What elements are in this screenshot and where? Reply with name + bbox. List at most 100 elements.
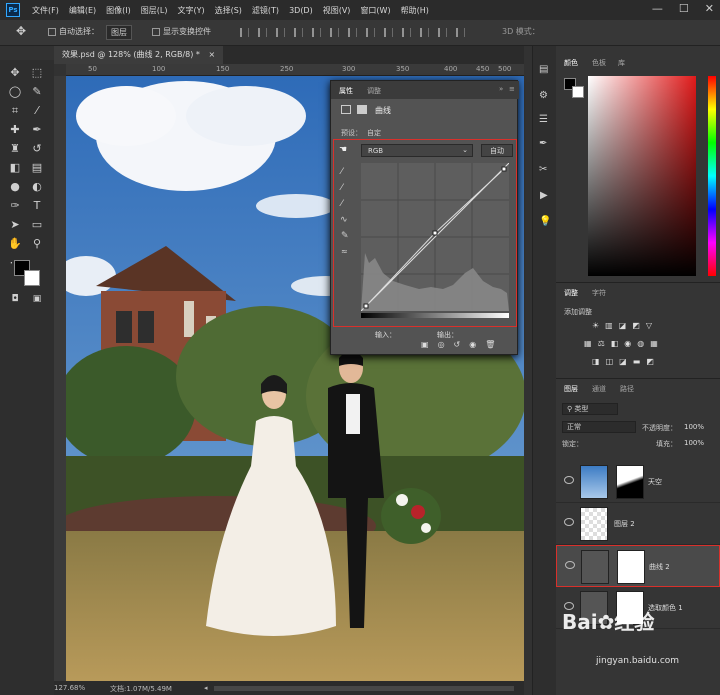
eyedropper-gray-icon[interactable]: ⁄ bbox=[341, 183, 343, 193]
brush-tool-icon[interactable]: ✒ bbox=[30, 123, 44, 137]
distribute-top-icon[interactable] bbox=[348, 28, 357, 37]
align-top-icon[interactable] bbox=[294, 28, 303, 37]
maximize-icon[interactable]: ☐ bbox=[679, 2, 689, 15]
align-middle-icon[interactable] bbox=[312, 28, 321, 37]
tools-icon[interactable]: ✂ bbox=[539, 164, 547, 175]
menu-layer[interactable]: 图层(L) bbox=[141, 5, 168, 16]
gradient-map-icon[interactable]: ▬ bbox=[633, 357, 641, 366]
properties-icon[interactable]: ⚙ bbox=[539, 90, 548, 101]
channel-dropdown[interactable]: RGB ⌄ bbox=[361, 144, 473, 157]
move-tool-icon[interactable]: ✥ bbox=[16, 24, 26, 38]
move-tool-icon[interactable]: ✥ bbox=[8, 66, 22, 80]
background-color[interactable] bbox=[572, 86, 584, 98]
mask-icon[interactable] bbox=[357, 105, 367, 114]
document-tab[interactable]: 效果.psd @ 128% (曲线 2, RGB/8) * × bbox=[54, 46, 224, 64]
auto-align-icon[interactable] bbox=[456, 28, 465, 37]
visibility-eye-icon[interactable] bbox=[564, 518, 574, 526]
brush-settings-icon[interactable]: ✒ bbox=[539, 138, 547, 149]
dodge-tool-icon[interactable]: ◐ bbox=[30, 180, 44, 194]
tab-layers[interactable]: 图层 bbox=[564, 384, 578, 394]
history-brush-icon[interactable]: ↺ bbox=[30, 142, 44, 156]
tab-paths[interactable]: 路径 bbox=[620, 384, 634, 394]
tab-adjust[interactable]: 调整 bbox=[367, 86, 381, 96]
screen-mode-icon[interactable]: ▣ bbox=[30, 292, 44, 306]
auto-select-checkbox[interactable]: 自动选择： bbox=[48, 26, 99, 37]
align-left-icon[interactable] bbox=[240, 28, 249, 37]
eyedropper-black-icon[interactable]: ⁄ bbox=[341, 167, 343, 177]
menu-window[interactable]: 窗口(W) bbox=[360, 5, 390, 16]
history-icon[interactable]: ▤ bbox=[539, 64, 548, 75]
fill-value[interactable]: 100% bbox=[684, 439, 704, 447]
clone-stamp-icon[interactable]: ♜ bbox=[8, 142, 22, 156]
lasso-tool-icon[interactable]: ◯ bbox=[8, 85, 22, 99]
healing-brush-icon[interactable]: ✚ bbox=[8, 123, 22, 137]
color-field[interactable] bbox=[588, 76, 696, 276]
distribute-center-icon[interactable] bbox=[420, 28, 429, 37]
layer-row-selected[interactable]: 曲线 2 bbox=[556, 545, 720, 587]
layer-name[interactable]: 曲线 2 bbox=[649, 562, 670, 572]
menu-help[interactable]: 帮助(H) bbox=[401, 5, 429, 16]
channel-mixer-icon[interactable]: ◍ bbox=[637, 339, 644, 348]
tab-libraries[interactable]: 库 bbox=[618, 58, 625, 68]
eyedropper-tool-icon[interactable]: ⁄ bbox=[30, 104, 44, 118]
layer-row[interactable]: 天空 bbox=[556, 461, 720, 503]
zoom-tool-icon[interactable]: ⚲ bbox=[30, 237, 44, 251]
visibility-eye-icon[interactable] bbox=[565, 561, 575, 569]
path-select-icon[interactable]: ➤ bbox=[8, 218, 22, 232]
curves-graph[interactable] bbox=[361, 163, 509, 311]
black-white-icon[interactable]: ◧ bbox=[611, 339, 619, 348]
background-color-swatch[interactable] bbox=[24, 270, 40, 286]
visibility-icon[interactable]: ◉ bbox=[469, 340, 476, 349]
tab-swatches[interactable]: 色板 bbox=[592, 58, 606, 68]
threshold-icon[interactable]: ◪ bbox=[619, 357, 627, 366]
menu-edit[interactable]: 编辑(E) bbox=[69, 5, 96, 16]
actions-icon[interactable]: ▶ bbox=[540, 190, 548, 201]
posterize-icon[interactable]: ◫ bbox=[606, 357, 614, 366]
distribute-left-icon[interactable] bbox=[402, 28, 411, 37]
layer-filter-dropdown[interactable]: ⚲ 类型 bbox=[562, 403, 618, 415]
show-transform-checkbox[interactable]: 显示变换控件 bbox=[152, 26, 211, 37]
auto-button[interactable]: 自动 bbox=[481, 144, 513, 157]
collapse-icon[interactable]: » bbox=[499, 85, 503, 93]
tab-channels[interactable]: 通道 bbox=[592, 384, 606, 394]
eraser-tool-icon[interactable]: ◧ bbox=[8, 161, 22, 175]
gradient-tool-icon[interactable]: ▤ bbox=[30, 161, 44, 175]
scroll-left-icon[interactable]: ◂ bbox=[204, 684, 208, 692]
invert-icon[interactable]: ◨ bbox=[592, 357, 600, 366]
horizontal-scrollbar[interactable] bbox=[214, 686, 514, 691]
smooth-tool-icon[interactable]: ≈ bbox=[341, 247, 348, 256]
close-tab-icon[interactable]: × bbox=[208, 50, 215, 59]
auto-select-dropdown[interactable]: 图层 bbox=[106, 25, 132, 40]
selective-color-icon[interactable]: ◩ bbox=[646, 357, 654, 366]
pencil-tool-icon[interactable]: ✎ bbox=[341, 231, 349, 241]
layer-name[interactable]: 天空 bbox=[648, 477, 662, 487]
exposure-icon[interactable]: ◩ bbox=[632, 321, 640, 330]
menu-image[interactable]: 图像(I) bbox=[106, 5, 131, 16]
hue-saturation-icon[interactable]: ▦ bbox=[584, 339, 592, 348]
layer-name[interactable]: 图层 2 bbox=[614, 519, 635, 529]
delete-icon[interactable]: 🗑 bbox=[485, 340, 495, 349]
eyedropper-white-icon[interactable]: ⁄ bbox=[341, 199, 343, 209]
photo-filter-icon[interactable]: ◉ bbox=[624, 339, 631, 348]
menu-view[interactable]: 视图(V) bbox=[323, 5, 351, 16]
quick-select-tool-icon[interactable]: ✎ bbox=[30, 85, 44, 99]
menu-type[interactable]: 文字(Y) bbox=[177, 5, 204, 16]
quick-mask-icon[interactable]: ◘ bbox=[8, 292, 22, 306]
tab-color[interactable]: 颜色 bbox=[564, 58, 578, 68]
tab-character[interactable]: 字符 bbox=[592, 288, 606, 298]
menu-filter[interactable]: 滤镜(T) bbox=[252, 5, 279, 16]
marquee-tool-icon[interactable]: ⬚ bbox=[30, 66, 44, 80]
distribute-right-icon[interactable] bbox=[438, 28, 447, 37]
preset-dropdown[interactable]: 自定 bbox=[367, 128, 381, 138]
brightness-icon[interactable]: ☀ bbox=[592, 321, 599, 330]
blend-mode-dropdown[interactable]: 正常 bbox=[562, 421, 636, 433]
levels-icon[interactable]: ▥ bbox=[605, 321, 613, 330]
menu-select[interactable]: 选择(S) bbox=[215, 5, 242, 16]
tips-icon[interactable]: 💡 bbox=[539, 216, 551, 227]
color-lookup-icon[interactable]: ▦ bbox=[650, 339, 658, 348]
color-balance-icon[interactable]: ⚖ bbox=[598, 339, 605, 348]
layer-mask-thumbnail[interactable] bbox=[617, 550, 645, 584]
opacity-value[interactable]: 100% bbox=[684, 423, 704, 431]
minimize-icon[interactable]: — bbox=[652, 2, 663, 15]
blur-tool-icon[interactable]: ● bbox=[8, 180, 22, 194]
